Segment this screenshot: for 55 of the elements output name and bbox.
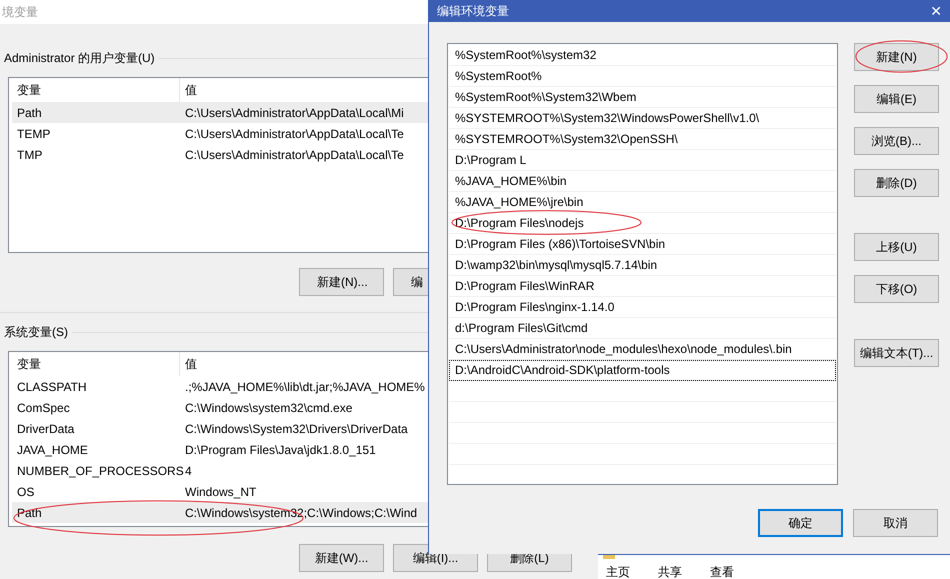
group-label: 系统变量(S) [4, 324, 68, 340]
variable-value: C:\Windows\system32\cmd.exe [184, 400, 352, 414]
variable-value: 4 [184, 464, 192, 478]
variable-name: TMP [16, 148, 44, 162]
dialog-button[interactable]: 新建(N) [854, 43, 939, 71]
dialog-button[interactable]: 确定 [758, 509, 843, 537]
dialog-button[interactable]: 上移(U) [854, 233, 939, 261]
variable-name: ComSpec [16, 400, 71, 414]
path-entry[interactable]: %JAVA_HOME%\bin [449, 171, 836, 192]
variable-value: D:\Program Files\Java\jdk1.8.0_151 [184, 442, 376, 456]
path-entry[interactable]: %SYSTEMROOT%\System32\WindowsPowerShell\v1.0\ [449, 108, 836, 129]
variable-name: CLASSPATH [16, 380, 88, 394]
window-title: 境变量 [2, 4, 38, 20]
path-entry[interactable]: %JAVA_HOME%\jre\bin [449, 192, 836, 213]
path-entry[interactable]: D:\Program L [449, 150, 836, 171]
variable-name: OS [16, 484, 36, 498]
path-entry[interactable]: %SystemRoot% [449, 66, 836, 87]
dialog-button[interactable]: 新建(N)... [299, 268, 384, 296]
variable-name: TEMP [16, 126, 52, 140]
dialog-button[interactable]: 下移(O) [854, 275, 939, 303]
path-entry[interactable]: %SystemRoot%\system32 [449, 45, 836, 66]
variable-name: Path [16, 106, 43, 120]
path-entry[interactable]: D:\Program Files\WinRAR [449, 276, 836, 297]
variable-value: C:\Users\Administrator\AppData\Local\Te [184, 148, 404, 162]
dialog-button[interactable]: 删除(D) [854, 169, 939, 197]
variable-value: .;%JAVA_HOME%\lib\dt.jar;%JAVA_HOME% [184, 380, 425, 394]
path-entry[interactable]: D:\AndroidC\Android-SDK\platform-tools [449, 360, 836, 381]
path-entry[interactable]: d:\Program Files\Git\cmd [449, 318, 836, 339]
close-button[interactable]: ✕ [930, 2, 942, 20]
dialog-button[interactable]: 编辑(E) [854, 85, 939, 113]
path-entry[interactable]: D:\Program Files (x86)\TortoiseSVN\bin [449, 234, 836, 255]
group-label: Administrator 的用户变量(U) [4, 50, 155, 66]
dialog-title: 编辑环境变量 [437, 2, 509, 20]
variable-value: C:\Users\Administrator\AppData\Local\Mi [184, 106, 404, 120]
path-entry[interactable]: %SYSTEMROOT%\System32\OpenSSH\ [449, 129, 836, 150]
ribbon-tab[interactable]: 主页 [606, 565, 630, 579]
variable-value: Windows_NT [184, 484, 256, 498]
folder-icon [603, 555, 615, 559]
path-entry[interactable]: D:\Program Files\nodejs [449, 213, 836, 234]
variable-value: C:\Windows\System32\Drivers\DriverData [184, 422, 408, 436]
variable-value: C:\Users\Administrator\AppData\Local\Te [184, 126, 404, 140]
dialog-button[interactable]: 取消 [853, 509, 938, 537]
variable-name: Path [16, 506, 43, 520]
ribbon-tab[interactable]: 查看 [710, 565, 734, 579]
ribbon-tab[interactable]: 共享 [658, 565, 682, 579]
path-entry[interactable]: D:\wamp32\bin\mysql\mysql5.7.14\bin [449, 255, 836, 276]
variable-name: JAVA_HOME [16, 442, 89, 456]
path-entry[interactable]: C:\Users\Administrator\node_modules\hexo\node_modules\.bin [449, 339, 836, 360]
path-entry[interactable]: D:\Program Files\nginx-1.14.0 [449, 297, 836, 318]
column-header[interactable]: 变量 [12, 352, 180, 376]
dialog-button[interactable]: 浏览(B)... [854, 127, 939, 155]
path-entry[interactable]: %SystemRoot%\System32\Wbem [449, 87, 836, 108]
dialog-button[interactable]: 编辑文本(T)... [854, 339, 939, 367]
dialog-button[interactable]: 新建(W)... [299, 544, 384, 572]
variable-name: DriverData [16, 422, 76, 436]
